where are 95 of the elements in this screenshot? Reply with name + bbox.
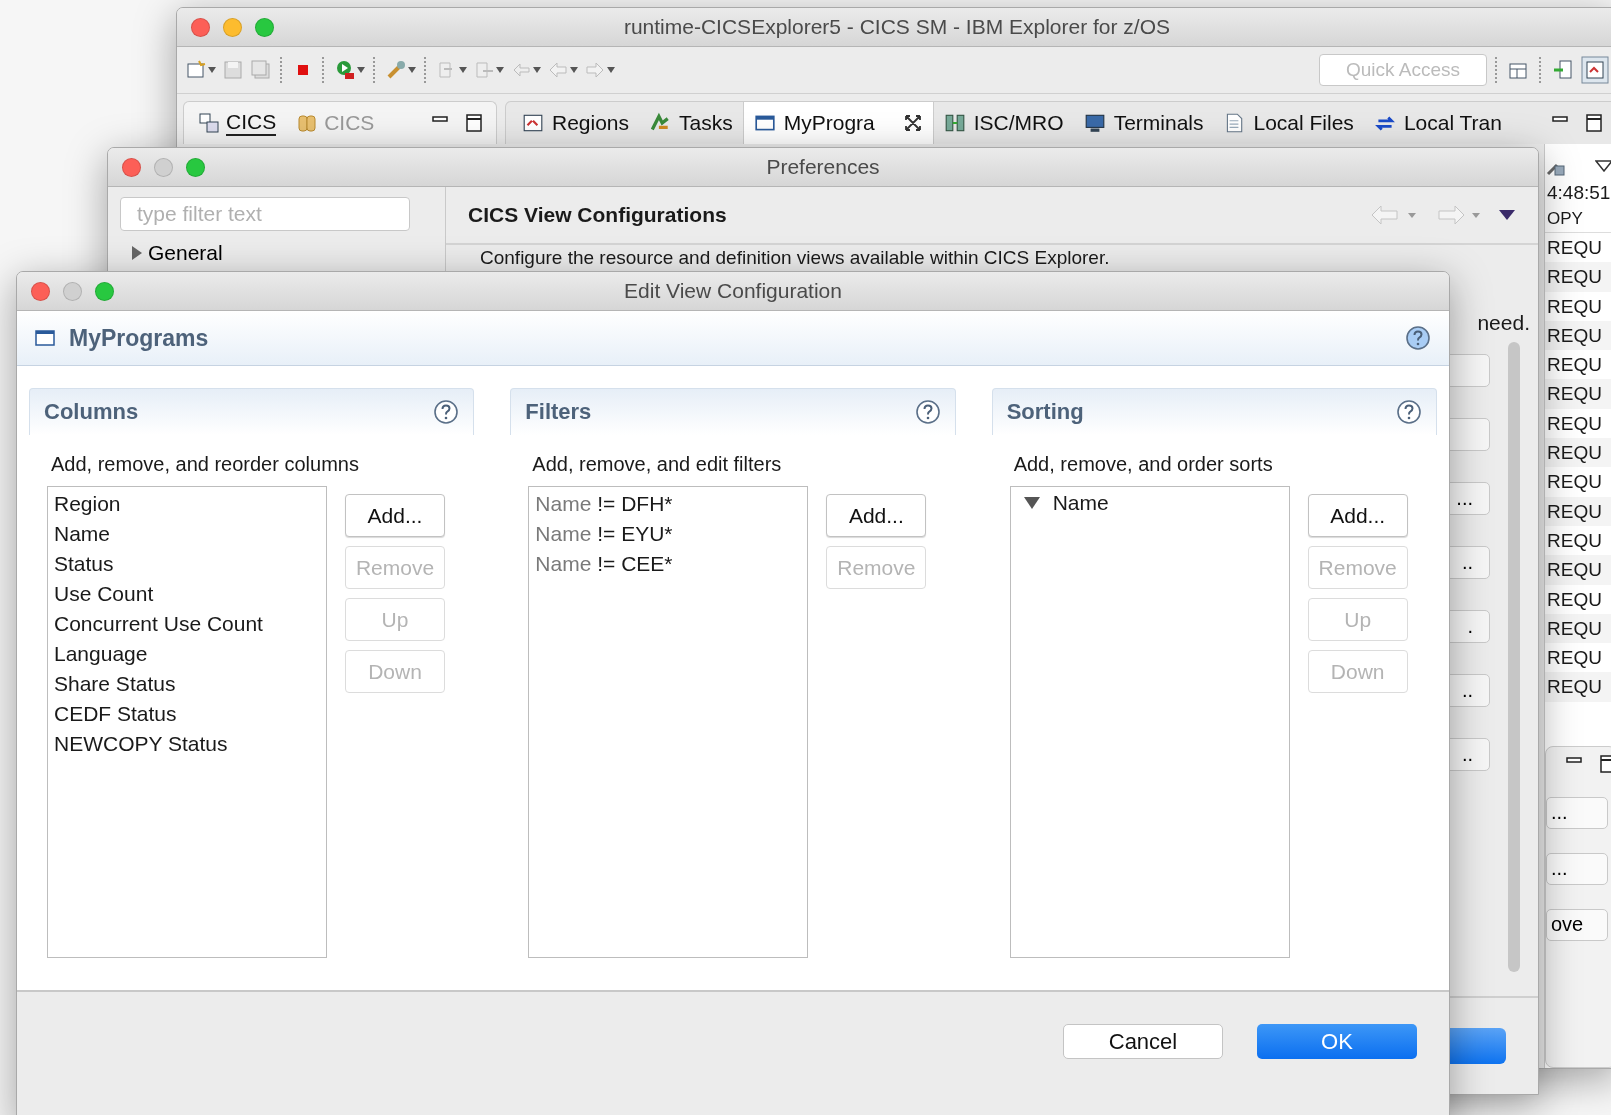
- cylinders-icon: [296, 112, 319, 134]
- view-tab[interactable]: ISC/MRO: [933, 102, 1074, 144]
- section-description: Add, remove, and order sorts: [1012, 452, 1274, 477]
- table-cell-text: REQU: [1546, 236, 1603, 260]
- column-item[interactable]: Concurrent Use Count: [52, 611, 322, 636]
- table-cell: REQU: [1545, 320, 1611, 351]
- column-item[interactable]: Language: [52, 641, 322, 666]
- run-icon[interactable]: [334, 59, 356, 81]
- cancel-button[interactable]: Cancel: [1063, 1024, 1223, 1059]
- ok-button[interactable]: OK: [1257, 1024, 1417, 1059]
- help-icon[interactable]: [1396, 399, 1422, 425]
- collapsed-triangle-icon[interactable]: [130, 245, 144, 261]
- view-tab[interactable]: Local Tran: [1363, 102, 1512, 144]
- scrollbar[interactable]: [1508, 342, 1520, 972]
- window-title: Preferences: [765, 155, 881, 179]
- table-cell: REQU: [1545, 555, 1611, 585]
- help-icon[interactable]: [433, 399, 460, 425]
- list-box[interactable]: Name: [1009, 486, 1290, 958]
- close-button[interactable]: [31, 282, 50, 301]
- column-item[interactable]: CEDF Status: [52, 701, 322, 726]
- list-box[interactable]: Name != DFH* Name != EYU* Name != CEE*: [528, 486, 809, 958]
- view-tab[interactable]: Terminals: [1073, 102, 1214, 144]
- down-triangle-icon[interactable]: [1022, 496, 1041, 510]
- table-cell: REQU: [1545, 496, 1611, 526]
- panel-button[interactable]: ...: [1546, 852, 1608, 885]
- window-title: runtime-CICSExplorer5 - CICS SM - IBM Explorer for z/OS: [622, 15, 1172, 39]
- list-box[interactable]: Region Name Status Use Count Concurrent Use Count Language Share Status CEDF Status NEWCOPY Status: [47, 486, 327, 958]
- caret-icon[interactable]: [607, 67, 615, 73]
- page-description: Configure the resource and definition views available within CICS Explorer.: [479, 246, 1111, 270]
- filter-item[interactable]: Name != DFH*: [533, 491, 804, 516]
- filter-item[interactable]: Name != CEE*: [533, 551, 804, 576]
- table-cell-text: REQU: [1546, 411, 1603, 436]
- column-item[interactable]: Name: [52, 521, 322, 546]
- section-description: Add, remove, and edit filters: [531, 452, 783, 477]
- help-icon[interactable]: [914, 399, 941, 425]
- caret-icon[interactable]: [208, 67, 216, 73]
- table-cell-text: REQU: [1546, 294, 1603, 319]
- maximize-icon[interactable]: [466, 114, 482, 132]
- time-text: 4:48:51: [1546, 181, 1611, 205]
- table-cell: REQU: [1545, 438, 1611, 468]
- column-header: OPY: [1545, 206, 1611, 233]
- sorting-button[interactable]: Add...: [1307, 494, 1408, 537]
- filter-field[interactable]: type filter text: [120, 197, 410, 231]
- monitor-icon: [1083, 112, 1106, 134]
- table-cell: REQU: [1545, 379, 1611, 409]
- caret-icon[interactable]: [496, 67, 504, 73]
- filter-item[interactable]: Name != EYU*: [533, 521, 804, 546]
- table-cell-text: REQU: [1546, 470, 1603, 495]
- perspective-tab[interactable]: CICS: [190, 106, 285, 140]
- table-cell: REQU: [1545, 262, 1611, 292]
- panel-button[interactable]: ove: [1546, 908, 1608, 941]
- tree-item[interactable]: General: [120, 241, 433, 265]
- table-cell-text: REQU: [1546, 646, 1603, 671]
- maximize-icon[interactable]: [1586, 114, 1602, 132]
- view-tab[interactable]: Tasks: [639, 102, 743, 144]
- caret-icon[interactable]: [408, 67, 416, 73]
- new-icon[interactable]: [185, 59, 207, 81]
- help-icon[interactable]: [1405, 325, 1431, 351]
- caret-icon[interactable]: [570, 67, 578, 73]
- view-tab[interactable]: Regions: [512, 102, 640, 144]
- column-item[interactable]: NEWCOPY Status: [52, 731, 322, 756]
- column-item[interactable]: Status: [52, 551, 322, 576]
- columns-button[interactable]: Add...: [345, 494, 445, 537]
- table-cell-text: REQU: [1546, 528, 1603, 553]
- window-title: Edit View Configuration: [623, 279, 843, 303]
- maximize-icon[interactable]: [1600, 754, 1611, 773]
- caret-icon[interactable]: [533, 67, 541, 73]
- column-item[interactable]: Use Count: [52, 581, 322, 606]
- view-tab[interactable]: Local Files: [1213, 102, 1364, 144]
- table-cell: REQU: [1545, 613, 1611, 644]
- section-description: Add, remove, and reorder columns: [50, 452, 360, 477]
- view-tab[interactable]: MyProgra: [742, 102, 934, 144]
- column-item[interactable]: Share Status: [52, 671, 322, 696]
- page-title: CICS View Configurations: [468, 203, 728, 227]
- filters-button[interactable]: Add...: [826, 494, 927, 537]
- section-title: Filters: [525, 399, 593, 425]
- caret-icon[interactable]: [459, 67, 467, 73]
- caret-icon[interactable]: [357, 67, 365, 73]
- panel-button[interactable]: ...: [1546, 796, 1608, 829]
- connection-icon: [943, 112, 966, 134]
- window-icon: [35, 329, 55, 347]
- section-title: Columns: [44, 399, 140, 425]
- sort-item[interactable]: Name: [1052, 491, 1109, 515]
- table-cell-text: REQU: [1546, 353, 1603, 378]
- quick-access-field[interactable]: Quick Access: [1319, 54, 1487, 86]
- close-button[interactable]: [122, 158, 141, 177]
- close-button[interactable]: [191, 18, 210, 37]
- menu-triangle-icon[interactable]: [1498, 209, 1516, 221]
- table-cell-text: REQU: [1546, 587, 1603, 612]
- description-text: need.: [1476, 311, 1530, 333]
- table-cell: REQU: [1545, 672, 1611, 702]
- dialog-heading: MyPrograms: [69, 324, 210, 352]
- column-item[interactable]: Region: [52, 491, 322, 516]
- section-title: Sorting: [1006, 399, 1085, 425]
- dropdown-triangle-icon[interactable]: [1595, 160, 1611, 172]
